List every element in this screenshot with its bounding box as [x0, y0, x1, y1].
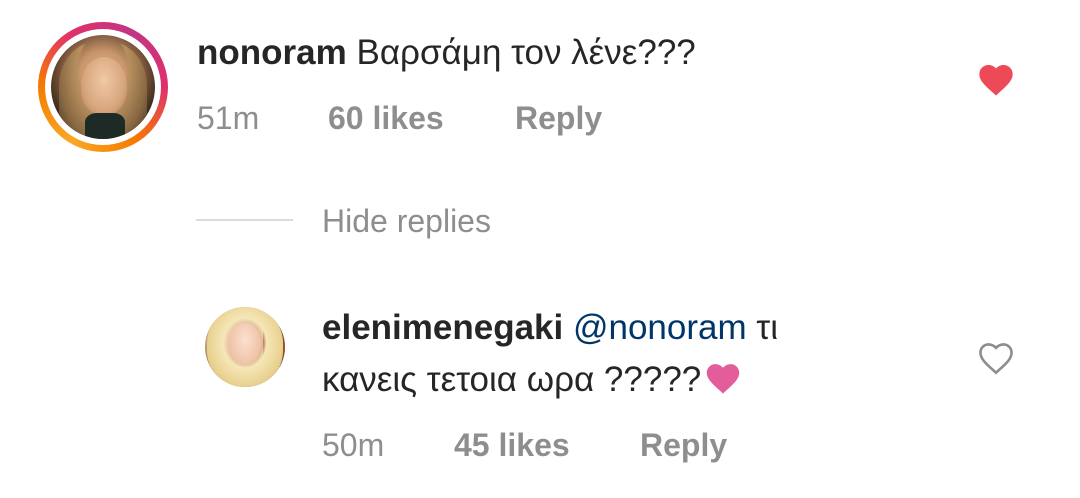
heart-outline-icon[interactable]: [976, 340, 1016, 376]
comment-text: Βαρσάμη τον λένε???: [356, 33, 696, 72]
reply-text-line2: κανεις τετοια ωρα ?????: [322, 360, 702, 399]
reply-body: elenimenegaki @nonoram τι κανεις τετοια …: [322, 304, 922, 404]
avatar[interactable]: [51, 35, 155, 139]
reply-button[interactable]: Reply: [515, 100, 602, 137]
comment-time: 51m: [197, 100, 260, 136]
comment-body: nonoram Βαρσάμη τον λένε???: [197, 29, 696, 77]
comment-username[interactable]: nonoram: [197, 33, 347, 72]
reply-likes[interactable]: 45 likes: [454, 427, 570, 464]
pink-heart-emoji-icon: [707, 364, 740, 394]
avatar[interactable]: [205, 307, 285, 387]
story-ring[interactable]: [38, 22, 168, 152]
reply-text-line1: τι: [756, 308, 778, 347]
reply-time: 50m: [322, 427, 385, 463]
comment-likes[interactable]: 60 likes: [328, 100, 444, 137]
reply-username[interactable]: elenimenegaki: [322, 308, 563, 347]
heart-filled-icon[interactable]: [976, 60, 1016, 100]
reply-reply-button[interactable]: Reply: [640, 427, 727, 464]
hide-replies-button[interactable]: Hide replies: [322, 203, 491, 240]
divider: [196, 219, 293, 221]
mention-link[interactable]: @nonoram: [573, 308, 747, 347]
